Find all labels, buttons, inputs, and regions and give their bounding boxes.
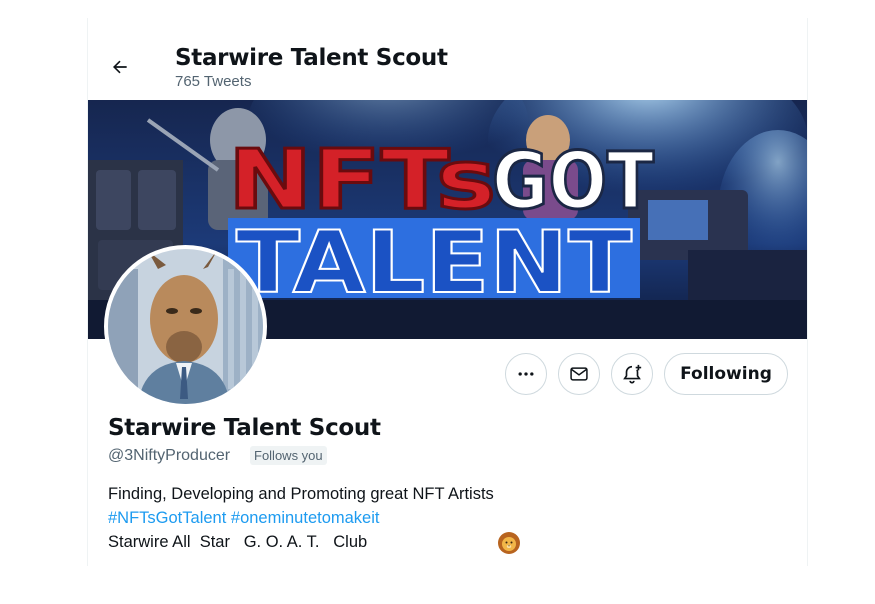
- avatar-image: [108, 249, 263, 404]
- profile-name: Starwire Talent Scout: [108, 415, 381, 441]
- lion-face-icon: [497, 531, 521, 560]
- tweet-count: 765 Tweets: [175, 73, 252, 90]
- notify-button[interactable]: [611, 353, 653, 395]
- hashtag-link[interactable]: #oneminutetomakeit: [231, 509, 380, 527]
- header-title: Starwire Talent Scout: [175, 45, 448, 71]
- avatar[interactable]: [104, 245, 267, 408]
- hashtag-link[interactable]: #NFTsGotTalent: [108, 509, 226, 527]
- envelope-icon: [570, 367, 588, 381]
- following-button[interactable]: Following: [664, 353, 788, 395]
- bio-line-3: Starwire All Star G. O. A. T. Club: [108, 533, 368, 551]
- profile-column: Starwire Talent Scout 765 Tweets NFTs GO…: [87, 18, 808, 566]
- profile-handle: @3NiftyProducer: [108, 447, 231, 464]
- follows-you-badge: Follows you: [250, 446, 327, 465]
- bell-plus-icon: [623, 364, 642, 384]
- banner-text-talent: TALENT: [236, 213, 632, 313]
- profile-header-bar: Starwire Talent Scout 765 Tweets: [88, 18, 807, 100]
- bio-line-1: Finding, Developing and Promoting great …: [108, 485, 494, 503]
- more-icon: [518, 372, 534, 376]
- more-button[interactable]: [505, 353, 547, 395]
- back-button[interactable]: [103, 50, 137, 84]
- message-button[interactable]: [558, 353, 600, 395]
- arrow-left-icon: [113, 60, 127, 74]
- bio-hashtags: #NFTsGotTalent #oneminutetomakeit: [108, 509, 379, 528]
- banner-title: NFTs GOT TALENT: [227, 132, 656, 315]
